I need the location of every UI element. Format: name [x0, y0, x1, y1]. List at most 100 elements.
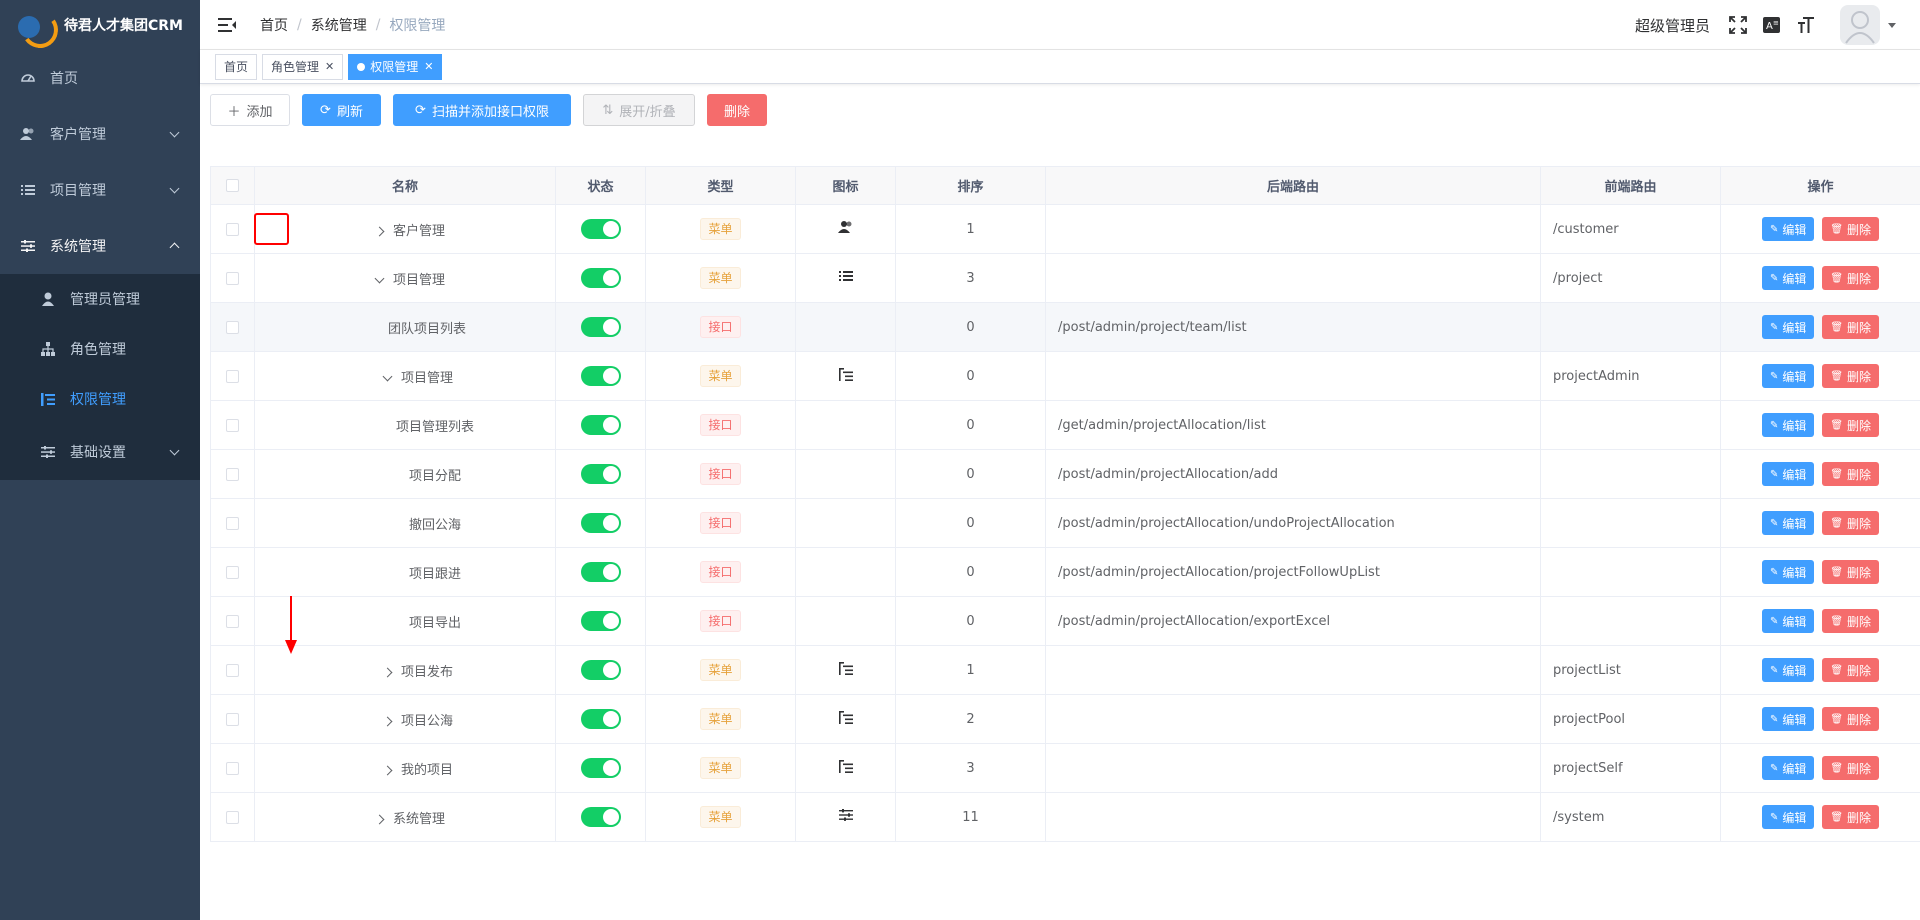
row-select-cell[interactable] — [210, 743, 255, 793]
delete-row-button[interactable]: 🗑 删除 — [1822, 315, 1880, 339]
edit-button[interactable]: ✎ 编辑 — [1761, 217, 1815, 241]
row-checkbox[interactable] — [226, 467, 239, 481]
expand-icon[interactable] — [382, 667, 393, 677]
expand-icon[interactable] — [382, 765, 393, 775]
edit-button[interactable]: ✎ 编辑 — [1761, 756, 1815, 780]
table-row[interactable]: 项目管理列表 接口 0/get/admin/projectAllocation/li… — [210, 400, 1920, 450]
status-switch[interactable] — [580, 611, 621, 631]
row-checkbox[interactable] — [226, 810, 239, 824]
edit-button[interactable]: ✎ 编辑 — [1761, 658, 1815, 682]
status-switch[interactable] — [580, 317, 621, 337]
breadcrumb-item[interactable]: 系统管理 — [311, 15, 367, 35]
delete-row-button[interactable]: 🗑 删除 — [1822, 462, 1880, 486]
sidebar-item-system[interactable]: 系统管理 — [0, 218, 200, 274]
expand-icon[interactable] — [374, 226, 385, 236]
sidebar-item-admins[interactable]: 管理员管理 — [0, 274, 200, 324]
edit-button[interactable]: ✎ 编辑 — [1761, 560, 1815, 584]
delete-row-button[interactable]: 🗑 删除 — [1822, 707, 1880, 731]
refresh-button[interactable]: ⟳ 刷新 — [302, 94, 381, 126]
fullscreen-icon[interactable] — [1728, 15, 1748, 35]
tag-roles[interactable]: 角色管理 ✕ — [262, 53, 344, 80]
add-button[interactable]: ＋ 添加 — [210, 94, 290, 126]
row-checkbox[interactable] — [226, 614, 239, 628]
row-checkbox[interactable] — [226, 418, 239, 432]
edit-button[interactable]: ✎ 编辑 — [1761, 609, 1815, 633]
delete-row-button[interactable]: 🗑 删除 — [1822, 756, 1880, 780]
expand-icon[interactable] — [374, 814, 385, 824]
status-switch[interactable] — [580, 464, 621, 484]
app-logo[interactable]: 待君人才集团CRM — [0, 0, 200, 50]
sidebar-item-home[interactable]: 首页 — [0, 50, 200, 106]
delete-row-button[interactable]: 🗑 删除 — [1822, 560, 1880, 584]
table-row[interactable]: 项目分配 接口 0/post/admin/projectAllocation/add… — [210, 449, 1920, 499]
status-switch[interactable] — [580, 366, 621, 386]
tag-permissions[interactable]: 权限管理 ✕ — [348, 53, 443, 80]
row-select-cell[interactable] — [210, 645, 255, 695]
row-select-cell[interactable] — [210, 351, 255, 401]
delete-row-button[interactable]: 🗑 删除 — [1822, 217, 1880, 241]
edit-button[interactable]: ✎ 编辑 — [1761, 315, 1815, 339]
table-row[interactable]: 团队项目列表 接口 0/post/admin/project/team/list ✎ 编… — [210, 302, 1920, 352]
row-select-cell[interactable] — [210, 449, 255, 499]
row-select-cell[interactable] — [210, 204, 255, 254]
status-switch[interactable] — [580, 709, 621, 729]
close-icon[interactable]: ✕ — [424, 60, 433, 73]
sidebar-item-basic-settings[interactable]: 基础设置 — [0, 424, 200, 480]
table-row[interactable]: 客户管理 菜单 1/customer ✎ 编辑 🗑 删除 — [210, 204, 1920, 254]
row-select-cell[interactable] — [210, 596, 255, 646]
table-row[interactable]: 我的项目 菜单 3 projectSelf ✎ 编辑 🗑 删除 — [210, 743, 1920, 793]
row-select-cell[interactable] — [210, 302, 255, 352]
row-checkbox[interactable] — [226, 712, 239, 726]
edit-button[interactable]: ✎ 编辑 — [1761, 707, 1815, 731]
delete-row-button[interactable]: 🗑 删除 — [1822, 658, 1880, 682]
collapse-icon[interactable] — [382, 371, 393, 381]
status-switch[interactable] — [580, 758, 621, 778]
row-checkbox[interactable] — [226, 565, 239, 579]
select-all-cell[interactable] — [210, 166, 255, 205]
close-icon[interactable]: ✕ — [325, 60, 334, 73]
caret-down-icon[interactable] — [1888, 22, 1896, 28]
status-switch[interactable] — [580, 268, 621, 288]
table-row[interactable]: 撤回公海 接口 0/post/admin/projectAllocation/und… — [210, 498, 1920, 548]
edit-button[interactable]: ✎ 编辑 — [1761, 462, 1815, 486]
row-checkbox[interactable] — [226, 516, 239, 530]
row-select-cell[interactable] — [210, 792, 255, 842]
expand-collapse-button[interactable]: ⇅ 展开/折叠 — [583, 94, 695, 126]
table-row[interactable]: 项目公海 菜单 2 projectPool ✎ 编辑 🗑 删除 — [210, 694, 1920, 744]
edit-button[interactable]: ✎ 编辑 — [1761, 266, 1815, 290]
delete-row-button[interactable]: 🗑 删除 — [1822, 413, 1880, 437]
breadcrumb-item[interactable]: 首页 — [260, 15, 288, 35]
status-switch[interactable] — [580, 513, 621, 533]
delete-row-button[interactable]: 🗑 删除 — [1822, 511, 1880, 535]
table-row[interactable]: 项目管理 菜单 0 projectAdmin ✎ 编辑 🗑 删除 — [210, 351, 1920, 401]
font-size-icon[interactable] — [1796, 15, 1816, 35]
scan-button[interactable]: ⟳ 扫描并添加接口权限 — [393, 94, 571, 126]
sidebar-item-roles[interactable]: 角色管理 — [0, 324, 200, 374]
expand-icon[interactable] — [382, 716, 393, 726]
collapse-icon[interactable] — [374, 273, 385, 283]
row-checkbox[interactable] — [226, 271, 239, 285]
table-row[interactable]: 项目跟进 接口 0/post/admin/projectAllocation/pro… — [210, 547, 1920, 597]
sidebar-item-projects[interactable]: 项目管理 — [0, 162, 200, 218]
table-row[interactable]: 系统管理 菜单 11/system ✎ 编辑 🗑 删除 — [210, 792, 1920, 842]
row-select-cell[interactable] — [210, 547, 255, 597]
table-row[interactable]: 项目发布 菜单 1 projectList ✎ 编辑 🗑 删除 — [210, 645, 1920, 695]
edit-button[interactable]: ✎ 编辑 — [1761, 511, 1815, 535]
sidebar-item-customers[interactable]: 客户管理 — [0, 106, 200, 162]
row-checkbox[interactable] — [226, 222, 239, 236]
hamburger-icon[interactable] — [218, 17, 236, 32]
delete-row-button[interactable]: 🗑 删除 — [1822, 364, 1880, 388]
edit-button[interactable]: ✎ 编辑 — [1761, 413, 1815, 437]
sidebar-item-permissions[interactable]: 权限管理 — [0, 374, 200, 424]
delete-row-button[interactable]: 🗑 删除 — [1822, 266, 1880, 290]
language-icon[interactable]: A ≡ — [1762, 15, 1782, 35]
delete-row-button[interactable]: 🗑 删除 — [1822, 609, 1880, 633]
table-row[interactable]: 项目导出 接口 0/post/admin/projectAllocation/exp… — [210, 596, 1920, 646]
row-select-cell[interactable] — [210, 498, 255, 548]
row-checkbox[interactable] — [226, 369, 239, 383]
delete-button[interactable]: 删除 — [707, 94, 767, 126]
tag-home[interactable]: 首页 — [215, 53, 258, 80]
row-checkbox[interactable] — [226, 663, 239, 677]
status-switch[interactable] — [580, 562, 621, 582]
avatar[interactable] — [1840, 5, 1880, 45]
